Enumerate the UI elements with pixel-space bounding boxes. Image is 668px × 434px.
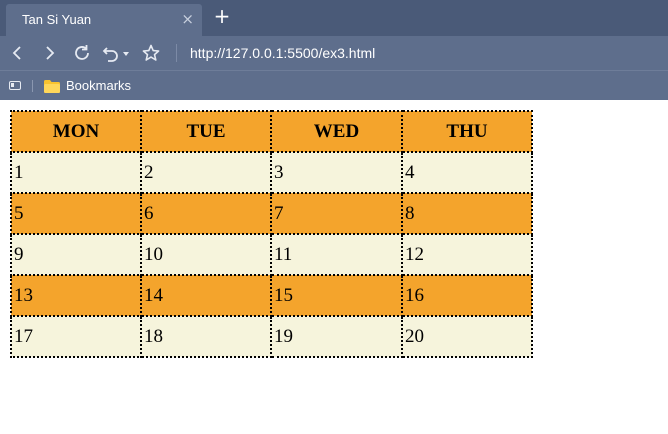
- forward-icon[interactable]: [38, 42, 60, 64]
- table-row: 5 6 7 8: [10, 192, 533, 235]
- header-cell-wed: WED: [270, 110, 403, 153]
- table-cell: 5: [10, 192, 142, 235]
- undo-icon[interactable]: [100, 42, 122, 64]
- back-icon[interactable]: [7, 42, 29, 64]
- table-cell: 4: [401, 151, 533, 194]
- table-cell: 3: [270, 151, 403, 194]
- table-cell: 15: [270, 274, 403, 317]
- page-content: MON TUE WED THU 1 2 3 4 5 6 7 8 9 10 11 …: [0, 100, 668, 434]
- bookmarks-divider: [32, 80, 33, 92]
- tab-title: Tan Si Yuan: [22, 12, 92, 27]
- new-tab-icon[interactable]: +: [212, 6, 232, 26]
- table-cell: 13: [10, 274, 142, 317]
- table-row: 13 14 15 16: [10, 274, 533, 317]
- calendar-table: MON TUE WED THU 1 2 3 4 5 6 7 8 9 10 11 …: [10, 110, 533, 358]
- table-cell: 14: [140, 274, 272, 317]
- tab-bar: Tan Si Yuan × +: [0, 0, 668, 36]
- sidebar-icon[interactable]: [9, 81, 21, 90]
- navigation-bar: http://127.0.0.1:5500/ex3.html: [0, 36, 668, 70]
- table-cell: 1: [10, 151, 142, 194]
- table-cell: 9: [10, 233, 142, 276]
- reload-icon[interactable]: [71, 42, 93, 64]
- address-bar[interactable]: http://127.0.0.1:5500/ex3.html: [190, 45, 375, 61]
- bookmarks-folder[interactable]: Bookmarks: [66, 78, 131, 93]
- table-row: 1 2 3 4: [10, 151, 533, 194]
- header-cell-tue: TUE: [140, 110, 272, 153]
- bookmarks-bar: Bookmarks: [0, 70, 668, 100]
- header-cell-mon: MON: [10, 110, 142, 153]
- table-cell: 8: [401, 192, 533, 235]
- table-cell: 18: [140, 315, 272, 358]
- toolbar-divider: [176, 44, 177, 62]
- folder-icon[interactable]: [44, 78, 60, 93]
- star-icon[interactable]: [140, 42, 162, 64]
- table-row: 9 10 11 12: [10, 233, 533, 276]
- table-cell: 6: [140, 192, 272, 235]
- table-cell: 19: [270, 315, 403, 358]
- table-cell: 2: [140, 151, 272, 194]
- table-cell: 20: [401, 315, 533, 358]
- chevron-down-icon[interactable]: [120, 42, 132, 64]
- table-cell: 17: [10, 315, 142, 358]
- table-cell: 7: [270, 192, 403, 235]
- header-row: MON TUE WED THU: [10, 110, 533, 153]
- header-cell-thu: THU: [401, 110, 533, 153]
- table-row: 17 18 19 20: [10, 315, 533, 358]
- table-cell: 16: [401, 274, 533, 317]
- table-cell: 12: [401, 233, 533, 276]
- table-cell: 10: [140, 233, 272, 276]
- active-tab[interactable]: Tan Si Yuan ×: [6, 4, 202, 36]
- table-cell: 11: [270, 233, 403, 276]
- close-icon[interactable]: ×: [181, 10, 194, 28]
